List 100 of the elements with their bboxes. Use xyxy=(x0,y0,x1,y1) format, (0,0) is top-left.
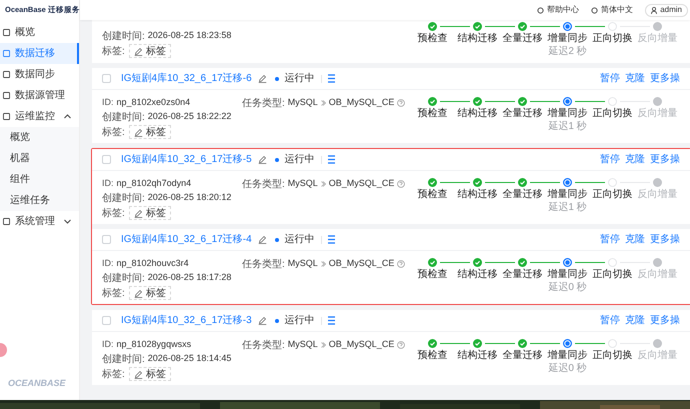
id-label: ID: xyxy=(102,338,114,352)
step-label: 反向增量 xyxy=(638,107,678,120)
action-link[interactable]: 克隆 xyxy=(625,313,645,328)
status-text: 运行中 xyxy=(284,152,315,167)
submenu-item[interactable]: 运维任务 xyxy=(0,190,79,211)
step-label: 反向增量 xyxy=(638,32,678,45)
created-label: 创建时间: xyxy=(102,30,145,44)
task-type-label: 任务类型: xyxy=(242,338,285,352)
task-name-link[interactable]: IG短剧4库10_32_6_17迁移-4 xyxy=(121,232,252,247)
step-label: 结构迁移 xyxy=(458,188,498,201)
submenu-item[interactable]: 概览 xyxy=(0,127,79,148)
action-link[interactable]: 更多操 xyxy=(650,71,680,86)
task-id: np_8102xe0zs0n4 xyxy=(116,96,190,110)
header-link[interactable]: 简体中文 xyxy=(591,4,634,16)
pencil-icon[interactable] xyxy=(258,316,267,325)
list-icon[interactable] xyxy=(328,235,335,244)
action-link[interactable]: 暂停 xyxy=(600,152,620,167)
menu-item[interactable]: 数据源管理 xyxy=(0,85,79,106)
delay-text: 延迟1 秒 xyxy=(548,201,587,214)
source-type: MySQL xyxy=(288,338,318,352)
step-label: 反向增量 xyxy=(638,349,678,362)
pencil-icon[interactable] xyxy=(258,235,267,244)
target-type: OB_MySQL_CE xyxy=(328,96,394,110)
pencil-icon[interactable] xyxy=(134,128,143,136)
arrow-icon xyxy=(320,261,326,267)
pencil-icon[interactable] xyxy=(258,155,267,164)
menu-item[interactable]: 运维监控 xyxy=(0,106,79,127)
step-label: 预检查 xyxy=(418,268,448,281)
status-dot-icon xyxy=(274,238,279,242)
step-label: 全量迁移 xyxy=(502,32,542,45)
menu-item[interactable]: 概览 xyxy=(0,22,79,43)
select-checkbox[interactable] xyxy=(102,235,111,244)
target-type: OB_MySQL_CE xyxy=(328,257,394,270)
tag-button[interactable]: 标签 xyxy=(128,125,171,139)
task-id: np_8102houvc3r4 xyxy=(116,257,189,270)
list-icon[interactable] xyxy=(328,155,335,164)
list-icon[interactable] xyxy=(328,74,335,83)
step-label: 增量同步 xyxy=(548,268,588,281)
menu-label: 运维任务 xyxy=(10,194,50,208)
help-icon[interactable] xyxy=(397,341,406,349)
submenu-item[interactable]: 组件 xyxy=(0,169,79,190)
step-label: 反向增量 xyxy=(638,188,678,201)
status-dot-icon xyxy=(274,158,279,162)
tag-button[interactable]: 标签 xyxy=(128,206,171,220)
help-icon[interactable] xyxy=(397,260,406,268)
created-label: 创建时间: xyxy=(102,192,145,206)
header-link[interactable]: 帮助中心 xyxy=(537,4,580,16)
action-link[interactable]: 暂停 xyxy=(600,232,620,247)
action-link[interactable]: 克隆 xyxy=(625,232,645,247)
tag-button[interactable]: 标签 xyxy=(128,286,171,300)
action-link[interactable]: 暂停 xyxy=(600,71,620,86)
tag-button[interactable]: 标签 xyxy=(128,44,171,58)
task-type-label: 任务类型: xyxy=(242,258,285,272)
menu-item[interactable]: 数据迁移 xyxy=(0,43,79,64)
step-label: 正向切换 xyxy=(592,349,632,362)
submenu-item[interactable]: 机器 xyxy=(0,148,79,169)
step-label: 增量同步 xyxy=(548,349,588,362)
step-label: 预检查 xyxy=(418,349,448,362)
menu-label: 概览 xyxy=(15,26,35,40)
delay-text: 延迟0 秒 xyxy=(548,281,587,294)
pencil-icon[interactable] xyxy=(134,288,143,298)
action-link[interactable]: 更多操 xyxy=(650,313,680,328)
action-link[interactable]: 更多操 xyxy=(650,152,680,167)
help-icon[interactable] xyxy=(397,99,406,107)
menu-label: 数据同步 xyxy=(15,68,55,82)
task-id: np_81028ygqwsxs xyxy=(116,338,192,352)
select-checkbox[interactable] xyxy=(102,155,111,164)
pencil-icon[interactable] xyxy=(134,46,143,56)
step-label: 全量迁移 xyxy=(502,188,542,201)
step-label: 正向切换 xyxy=(592,107,632,120)
action-link[interactable]: 克隆 xyxy=(625,152,645,167)
pencil-icon[interactable] xyxy=(258,74,267,83)
menu-item[interactable]: 系统管理 xyxy=(0,211,79,232)
footer-logo: OCEANBASE xyxy=(8,376,67,390)
tag-button[interactable]: 标签 xyxy=(128,367,171,381)
status-text: 运行中 xyxy=(284,314,315,328)
task-name-link[interactable]: IG短剧4库10_32_6_17迁移-3 xyxy=(121,313,252,328)
id-label: ID: xyxy=(102,257,114,270)
action-link[interactable]: 克隆 xyxy=(625,71,645,86)
step-label: 全量迁移 xyxy=(502,349,542,362)
select-checkbox[interactable] xyxy=(102,74,111,83)
task-name-link[interactable]: IG短剧4库10_32_6_17迁移-5 xyxy=(121,152,252,167)
action-link[interactable]: 暂停 xyxy=(600,313,620,328)
task-name-link[interactable]: IG短剧4库10_32_6_17迁移-6 xyxy=(121,71,252,86)
step-label: 结构迁移 xyxy=(458,107,498,120)
menu-label: 机器 xyxy=(10,152,30,166)
user-button[interactable]: admin xyxy=(645,4,688,16)
list-icon[interactable] xyxy=(328,316,335,325)
task-id: np_8102qh7odyn4 xyxy=(116,177,192,190)
action-link[interactable]: 更多操 xyxy=(650,232,680,247)
created-time: 2026-08-25 18:20:12 xyxy=(148,191,232,204)
task-type-label: 任务类型: xyxy=(242,96,285,110)
pencil-icon[interactable] xyxy=(134,370,143,378)
select-checkbox[interactable] xyxy=(102,316,111,325)
help-icon[interactable] xyxy=(397,180,406,188)
menu-item[interactable]: 数据同步 xyxy=(0,64,79,85)
step-label: 全量迁移 xyxy=(502,268,542,281)
pencil-icon[interactable] xyxy=(134,208,143,218)
step-label: 增量同步 xyxy=(548,107,588,120)
status-text: 运行中 xyxy=(284,232,315,247)
